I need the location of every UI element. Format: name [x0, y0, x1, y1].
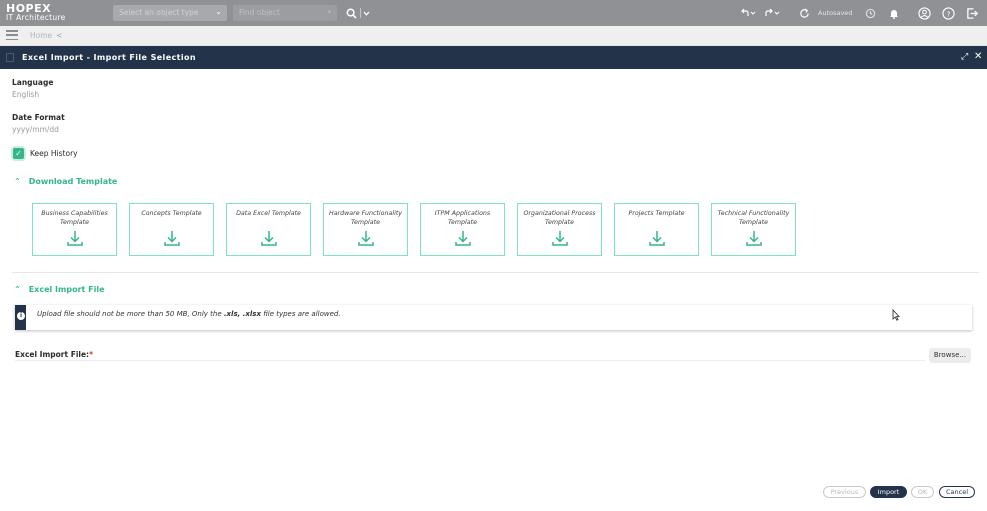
download-icon[interactable] — [454, 229, 472, 247]
autosaved-status: Autosaved — [818, 9, 853, 17]
template-label: Data Excel Template — [236, 210, 301, 217]
chevron-down-icon: ⌄ — [215, 7, 222, 16]
file-label-text: Excel Import File: — [15, 350, 90, 359]
checkbox-checked-icon[interactable]: ✓ — [13, 148, 24, 159]
template-label: ITPM Applications Template — [434, 210, 491, 226]
template-card[interactable]: Technical Functionality Template — [711, 203, 796, 256]
find-object-input[interactable]: Find object › — [233, 5, 337, 21]
template-card[interactable]: Business Capabilities Template — [32, 203, 117, 256]
previous-button[interactable]: Previous — [823, 486, 866, 498]
template-label: Hardware Functionality Template — [328, 210, 403, 226]
svg-text:?: ? — [946, 9, 950, 18]
template-label: Organizational Process Template — [523, 210, 596, 226]
redo-icon[interactable] — [762, 6, 782, 20]
expand-icon[interactable]: ⤢ — [961, 52, 968, 62]
app-logo[interactable]: HOPEX IT Architecture — [6, 3, 66, 22]
search-icon[interactable] — [345, 6, 357, 20]
info-ext-xlsx: .xlsx — [242, 310, 261, 318]
required-mark: * — [89, 350, 93, 359]
object-type-select[interactable]: Select an object type ⌄ — [113, 5, 227, 21]
close-icon[interactable]: ✕ — [974, 51, 982, 62]
template-card[interactable]: Data Excel Template — [226, 203, 311, 256]
keep-history-checkbox[interactable]: ✓ Keep History — [13, 148, 78, 159]
chevron-up-icon: ⌃ — [14, 285, 21, 294]
language-value[interactable]: English — [12, 90, 39, 99]
brand-subtitle: IT Architecture — [6, 13, 66, 22]
top-app-bar: HOPEX IT Architecture Select an object t… — [0, 0, 987, 26]
history-icon[interactable] — [864, 6, 876, 20]
dialog-window-icon — [6, 53, 14, 62]
download-template-section-toggle[interactable]: ⌃ Download Template — [14, 177, 117, 186]
hamburger-menu-icon[interactable] — [6, 30, 18, 41]
ok-button[interactable]: OK — [911, 486, 934, 498]
refresh-icon[interactable] — [798, 6, 810, 20]
dialog-header: Excel Import - Import File Selection ⤢ ✕ — [0, 46, 987, 69]
share-icon[interactable]: < — [56, 31, 62, 40]
info-text-pre: Upload file should not be more than 50 M… — [37, 310, 224, 318]
template-card[interactable]: Concepts Template — [129, 203, 214, 256]
template-card[interactable]: Projects Template — [614, 203, 699, 256]
search-options-chevron-icon[interactable] — [362, 6, 371, 20]
info-message: Upload file should not be more than 50 M… — [37, 310, 341, 318]
bell-icon[interactable] — [888, 6, 900, 20]
excel-import-file-label: Excel Import File:* — [15, 350, 93, 359]
download-template-title: Download Template — [28, 177, 118, 186]
date-format-input[interactable]: yyyy/mm/dd — [12, 125, 59, 134]
dialog-title: Excel Import - Import File Selection — [22, 53, 197, 62]
chevron-right-icon: › — [327, 7, 331, 16]
info-icon: i — [17, 312, 25, 320]
info-text-post: file types are allowed. — [261, 310, 341, 318]
logout-icon[interactable] — [965, 6, 979, 20]
keep-history-label: Keep History — [30, 149, 78, 158]
user-icon[interactable] — [917, 6, 931, 20]
template-label: Concepts Template — [141, 210, 202, 217]
find-object-placeholder: Find object — [239, 8, 280, 17]
date-format-label: Date Format — [12, 113, 65, 122]
template-card[interactable]: Hardware Functionality Template — [323, 203, 408, 256]
download-icon[interactable] — [163, 229, 181, 247]
download-icon[interactable] — [260, 229, 278, 247]
info-ext-xls: .xls — [223, 310, 238, 318]
import-button[interactable]: Import — [870, 486, 907, 498]
browse-button[interactable]: Browse... — [929, 348, 971, 363]
download-icon[interactable] — [745, 229, 763, 247]
toolbar-separator — [359, 6, 361, 20]
breadcrumb: Home < — [30, 31, 62, 40]
undo-icon[interactable] — [738, 6, 758, 20]
excel-import-title: Excel Import File — [28, 285, 105, 294]
info-banner: i Upload file should not be more than 50… — [15, 305, 972, 330]
chevron-up-icon: ⌃ — [14, 177, 21, 186]
excel-import-section-toggle[interactable]: ⌃ Excel Import File — [14, 285, 105, 294]
section-divider — [12, 272, 979, 273]
template-card[interactable]: Organizational Process Template — [517, 203, 602, 256]
download-icon[interactable] — [357, 229, 375, 247]
breadcrumb-home[interactable]: Home — [30, 31, 52, 40]
download-icon[interactable] — [551, 229, 569, 247]
language-label: Language — [12, 78, 54, 87]
navigation-bar: Home < — [0, 26, 987, 46]
cancel-button[interactable]: Cancel — [939, 486, 975, 498]
template-label: Technical Functionality Template — [717, 210, 790, 226]
file-input-field[interactable] — [15, 360, 925, 361]
help-icon[interactable]: ? — [941, 6, 955, 20]
download-icon[interactable] — [648, 229, 666, 247]
template-label: Projects Template — [628, 210, 685, 217]
object-type-placeholder: Select an object type — [119, 8, 199, 17]
download-icon[interactable] — [66, 229, 84, 247]
template-card[interactable]: ITPM Applications Template — [420, 203, 505, 256]
template-label: Business Capabilities Template — [41, 210, 108, 226]
mouse-cursor-icon — [892, 309, 900, 321]
